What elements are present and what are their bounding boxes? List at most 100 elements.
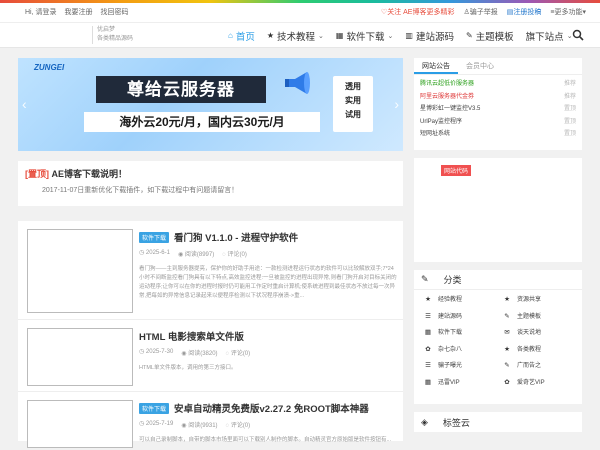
post-body: HTML 电影搜索单文件版 ◷ 2025-7-30 ◉ 阅读(3820) ◌ 评… bbox=[139, 329, 397, 373]
register-link[interactable]: 我要注册 bbox=[65, 7, 93, 17]
post-body: 软件下载 看门狗 V1.1.0 - 进程守护软件 ◷ 2025-6-1 ◉ 阅读… bbox=[139, 230, 397, 301]
star-icon: ★ bbox=[425, 296, 431, 303]
post-comments[interactable]: ◌ 评论(0) bbox=[222, 249, 247, 258]
nav-item-software[interactable]: ▦ 软件下载 ⌄ bbox=[330, 23, 399, 48]
banner-subtitle: 海外云20元/月，国内云30元/月 bbox=[84, 112, 320, 132]
category-item-pianzi[interactable]: ☰ 骗子曝光 bbox=[424, 358, 503, 375]
top-bar: Hi, 请登录 我要注册 找回密码 ♡关注 AE博客更多精彩 ♙骗子举报 ▤注册… bbox=[0, 3, 600, 23]
category-badge[interactable]: 软件下载 bbox=[139, 402, 170, 414]
more-functions-dropdown[interactable]: ≡更多功能▾ bbox=[550, 7, 586, 17]
main-nav: ⌂ 首页 ★ 技术教程 ⌄ ▦ 软件下载 ⌄ ▥ 建站源码 ✎ 主题模板 旗下站… bbox=[222, 23, 579, 48]
post-title[interactable]: 软件下载 安卓自动精灵免费版v2.27.2 免ROOT脚本神器 bbox=[139, 401, 397, 415]
nav-item-source[interactable]: ▥ 建站源码 bbox=[399, 23, 460, 48]
follow-link[interactable]: ♡关注 AE博客更多精彩 bbox=[381, 7, 455, 17]
post-date: ◷ 2025-6-1 bbox=[139, 250, 170, 256]
notice-title: [置顶] AE博客下载说明！ bbox=[25, 169, 128, 179]
chevron-down-icon: ⌄ bbox=[318, 32, 324, 40]
post-item[interactable]: 软件下载 看门狗 V1.1.0 - 进程守护软件 ◷ 2025-6-1 ◉ 阅读… bbox=[18, 221, 403, 319]
post-views: ◉ 阅读(3820) bbox=[181, 351, 218, 357]
eye-icon: ◉ bbox=[181, 423, 187, 429]
post-body: 软件下载 安卓自动精灵免费版v2.27.2 免ROOT脚本神器 ◷ 2025-7… bbox=[139, 401, 397, 445]
leaf-icon: ✿ bbox=[425, 345, 431, 353]
banner-brand-logo: ZUNGEI bbox=[34, 63, 65, 72]
submit-link[interactable]: ▤注册投稿 bbox=[507, 7, 542, 17]
post-views: ◉ 阅读(8997) bbox=[177, 252, 215, 258]
post-item[interactable]: 软件下载 安卓自动精灵免费版v2.27.2 免ROOT脚本神器 ◷ 2025-7… bbox=[18, 391, 403, 448]
site-logo[interactable]: 优启梦 各类精品源码 bbox=[92, 26, 133, 44]
banner-title: 尊给云服务器 bbox=[96, 76, 266, 103]
list-item[interactable]: 星博彩虹一键监控V3.5 置顶 bbox=[420, 103, 576, 116]
category-item-xunlei[interactable]: ▦ 迅雷VIP bbox=[424, 375, 503, 392]
top-actions: ♡关注 AE博客更多精彩 ♙骗子举报 ▤注册投稿 ≡更多功能▾ bbox=[381, 7, 586, 17]
category-item-ziyuan[interactable]: ★ 资源共享 bbox=[503, 292, 582, 309]
post-thumbnail[interactable] bbox=[27, 229, 133, 313]
post-comments[interactable]: ◌ 评论(0) bbox=[226, 348, 251, 357]
chat-icon: ✉ bbox=[504, 329, 510, 336]
main-column: ZUNGEI 尊给云服务器 海外云20元/月，国内云30元/月 透用 实用 试用… bbox=[18, 58, 403, 448]
category-item-ruanjian[interactable]: ▦ 软件下载 bbox=[424, 325, 503, 342]
tab-announcements[interactable]: 网站公告 bbox=[414, 58, 458, 74]
post-item[interactable]: HTML 电影搜索单文件版 ◷ 2025-7-30 ◉ 阅读(3820) ◌ 评… bbox=[18, 319, 403, 391]
grid-icon: ▦ bbox=[424, 378, 432, 386]
list-item[interactable]: 阿里云服务器代金券 推荐 bbox=[420, 91, 576, 104]
post-title[interactable]: 软件下载 看门狗 V1.1.0 - 进程守护软件 bbox=[139, 230, 397, 244]
list-item[interactable]: 腾讯云超低价服务器 推荐 bbox=[420, 78, 576, 91]
notice-desc: 2017-11-07日重新优化下载插件，如下载过程中有问题请留言！ bbox=[42, 187, 239, 194]
category-icon: ✎ bbox=[421, 274, 429, 284]
comment-icon: ◌ bbox=[225, 423, 230, 429]
post-meta: ◷ 2025-6-1 ◉ 阅读(8997) ◌ 评论(0) bbox=[139, 249, 397, 258]
post-date: ◷ 2025-7-19 bbox=[139, 421, 174, 427]
slider-next-icon[interactable]: › bbox=[394, 96, 399, 112]
category-panel: ✎ 分类 ★ 经验教程 ★ 资源共享 ☰ 建站源码 ✎ 主题模板 ▦ 软件下载 ✉ 谈天说地… bbox=[414, 270, 582, 404]
star-icon: ★ bbox=[504, 345, 510, 353]
category-item-aiqiyi[interactable]: ✿ 爱奇艺VIP bbox=[503, 375, 582, 392]
pencil-icon: ✎ bbox=[465, 31, 473, 40]
grid-icon: ▦ bbox=[424, 329, 432, 336]
category-item-jianzhan[interactable]: ☰ 建站源码 bbox=[424, 309, 503, 326]
chevron-down-icon: ▾ bbox=[582, 9, 586, 16]
nav-item-themes[interactable]: ✎ 主题模板 bbox=[460, 23, 520, 48]
comment-icon: ◌ bbox=[222, 252, 226, 258]
nav-item-tutorials[interactable]: ★ 技术教程 ⌄ bbox=[261, 23, 330, 48]
category-item-jingyan[interactable]: ★ 经验教程 bbox=[424, 292, 503, 309]
post-excerpt: 可以自己录制脚本，自带的脚本市场里面可以下载别人制作的脚本。自动精灵官方原始版是… bbox=[139, 437, 392, 443]
home-icon: ⌂ bbox=[228, 31, 233, 40]
leaf-icon: ✿ bbox=[504, 378, 510, 386]
grid-icon: ▦ bbox=[335, 31, 344, 40]
slider-prev-icon[interactable]: ‹ bbox=[22, 96, 27, 112]
post-views: ◉ 阅读(9931) bbox=[181, 423, 218, 429]
ad-label[interactable]: 网站代码 bbox=[441, 165, 472, 176]
tab-member-center[interactable]: 会员中心 bbox=[458, 58, 502, 74]
post-thumbnail[interactable] bbox=[27, 328, 133, 386]
nav-item-home[interactable]: ⌂ 首页 bbox=[222, 23, 261, 48]
banner-slider[interactable]: ZUNGEI 尊给云服务器 海外云20元/月，国内云30元/月 透用 实用 试用… bbox=[18, 58, 403, 151]
list-item[interactable]: UrlPay监控程序 置顶 bbox=[420, 116, 576, 129]
category-item-guanggao[interactable]: ✎ 广而告之 bbox=[503, 358, 582, 375]
category-item-zaqi[interactable]: ✿ 杂七杂八 bbox=[424, 342, 503, 359]
login-link[interactable]: Hi, 请登录 bbox=[25, 7, 57, 17]
banner-badge: 透用 实用 试用 bbox=[333, 76, 373, 132]
site-header: 优启梦 各类精品源码 ⌂ 首页 ★ 技术教程 ⌄ ▦ 软件下载 ⌄ ▥ 建站源码… bbox=[0, 23, 600, 48]
category-item-tantian[interactable]: ✉ 谈天说地 bbox=[503, 325, 582, 342]
recover-password-link[interactable]: 找回密码 bbox=[101, 7, 129, 17]
list-icon: ☰ bbox=[425, 312, 431, 320]
list-item[interactable]: 短网址系统 置顶 bbox=[420, 128, 576, 141]
category-item-gelei[interactable]: ★ 各类教程 bbox=[503, 342, 582, 359]
tag-cloud-panel: ◈ 标签云 bbox=[414, 412, 582, 432]
pinned-notice[interactable]: [置顶] AE博客下载说明！ 2017-11-07日重新优化下载插件，如下载过程… bbox=[18, 161, 403, 206]
post-comments[interactable]: ◌ 评论(0) bbox=[226, 420, 251, 429]
post-thumbnail[interactable] bbox=[27, 400, 133, 448]
sidebar: 网站公告 会员中心 腾讯云超低价服务器 推荐 阿里云服务器代金券 推荐 星博彩虹… bbox=[414, 58, 582, 432]
post-title[interactable]: HTML 电影搜索单文件版 bbox=[139, 329, 397, 343]
clock-icon: ◷ bbox=[139, 349, 145, 355]
nav-item-sites[interactable]: 旗下站点 ⌄ bbox=[520, 23, 579, 48]
chevron-down-icon: ⌄ bbox=[387, 32, 394, 40]
search-icon[interactable] bbox=[572, 29, 584, 41]
post-excerpt: 看门狗——主到服务器提亮，保护你的好助手用途：一款检测进程运行状态的软件可以比较… bbox=[139, 266, 397, 299]
report-link[interactable]: ♙骗子举报 bbox=[463, 7, 497, 17]
category-badge[interactable]: 软件下载 bbox=[139, 231, 170, 243]
post-excerpt: HTML单文件版本，调用的第三方接口。 bbox=[139, 365, 237, 371]
post-meta: ◷ 2025-7-30 ◉ 阅读(3820) ◌ 评论(0) bbox=[139, 348, 397, 357]
category-item-zhuti[interactable]: ✎ 主题模板 bbox=[503, 309, 582, 326]
eye-icon: ◉ bbox=[177, 252, 184, 258]
